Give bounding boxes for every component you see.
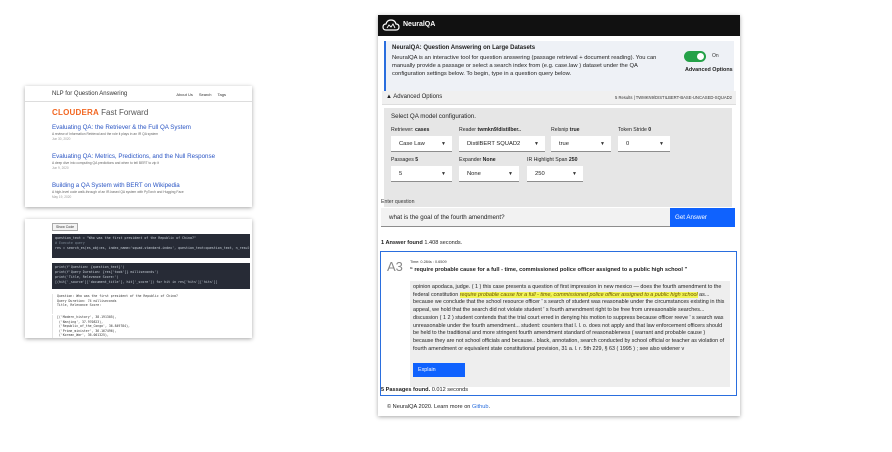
neuralqa-app: NeuralQA NeuralQA: Question Answering on… <box>378 15 740 416</box>
app-title: NeuralQA <box>403 21 436 28</box>
notebook-thumbnail[interactable]: Show Code question_text = "Who was the f… <box>25 219 252 338</box>
brand-cloudera: CLOUDERA <box>52 108 99 117</box>
toggle-knob <box>697 53 704 60</box>
context-text: opinion apodaca, judge. ( 1 ) this case … <box>413 284 725 352</box>
post-title[interactable]: Building a QA System with BERT on Wikipe… <box>52 182 242 189</box>
passages-select[interactable]: 5 ▼ <box>391 166 452 182</box>
relsnip-label: Relsnip true <box>551 127 580 133</box>
question-label: Enter question <box>381 199 415 205</box>
highlight-span-select[interactable]: 250 ▼ <box>527 166 583 182</box>
post-date: Jun 9, 2020 <box>52 166 69 170</box>
config-panel: Select QA model configuration. Retriever… <box>384 108 732 207</box>
post-date: Jun 30, 2020 <box>52 137 71 141</box>
answer-text: “ require probable cause for a full - ti… <box>410 267 688 273</box>
blog-site-title[interactable]: NLP for Question Answering <box>52 91 127 97</box>
config-heading: Select QA model configuration. <box>391 113 476 120</box>
post-title[interactable]: Evaluating QA: Metrics, Predictions, and… <box>52 153 242 160</box>
blog-post[interactable]: Building a QA System with BERT on Wikipe… <box>52 182 242 199</box>
accordion-title[interactable]: ▲ Advanced Options <box>386 94 442 100</box>
explain-button[interactable]: Explain <box>413 363 465 377</box>
cloud-logo-icon <box>382 19 400 31</box>
app-header: NeuralQA <box>378 15 740 36</box>
get-answer-button[interactable]: Get Answer <box>670 208 735 227</box>
retriever-select[interactable]: Case Law ▼ <box>391 136 452 152</box>
token-stride-select[interactable]: 0 ▼ <box>618 136 670 152</box>
answer-card: A3 Time: 0.284s : 0.6509 “ require proba… <box>380 251 737 396</box>
chevron-down-icon: ▼ <box>441 171 446 177</box>
show-code-button[interactable]: Show Code <box>52 223 79 231</box>
blog-post[interactable]: Evaluating QA: Metrics, Predictions, and… <box>52 153 242 170</box>
answer-time: Time: 0.284s : 0.6509 <box>410 260 447 264</box>
intro-text: NeuralQA is an interactive tool for ques… <box>392 55 657 77</box>
output-cell: Question: Who was the first president of… <box>52 294 250 314</box>
post-description: A deep dive into computing QA prediction… <box>52 161 159 165</box>
passages-label: Passages 5 <box>391 157 419 163</box>
output-line: Title, Relevance Score: <box>57 303 102 308</box>
question-input[interactable]: what is the goal of the fourth amendment… <box>381 208 672 227</box>
brand-fast-forward: Fast Forward <box>101 108 149 117</box>
output-cell: [('Modern_history', 38.191305), ('Nanjin… <box>52 315 250 338</box>
nav-link-tags[interactable]: Tags <box>218 92 226 97</box>
post-title[interactable]: Evaluating QA: the Retriever & the Full … <box>52 124 242 131</box>
chevron-down-icon: ▼ <box>508 171 513 177</box>
blog-post[interactable]: Evaluating QA: the Retriever & the Full … <box>52 124 242 141</box>
token-stride-label: Token Stride 0 <box>618 127 652 133</box>
relsnip-select[interactable]: true ▼ <box>551 136 611 152</box>
blog-thumbnail[interactable]: NLP for Question Answering About Us Sear… <box>25 86 252 207</box>
retriever-label: Retriever: cases <box>391 127 430 133</box>
github-link[interactable]: Github <box>472 404 488 410</box>
advanced-options-label: Advanced Options <box>685 67 733 73</box>
advanced-options-accordion[interactable]: ▲ Advanced Options 5 Results | TWMKN9/DI… <box>382 91 736 105</box>
intro-heading: NeuralQA: Question Answering on Large Da… <box>392 45 536 51</box>
results-summary: 5 Results | TWMKN9/DISTILBERT-BASE-UNCAS… <box>614 95 732 100</box>
chevron-down-icon: ▼ <box>441 141 446 147</box>
cloudera-logo: CLOUDERA Fast Forward <box>52 108 148 117</box>
chevron-down-icon: ▼ <box>572 171 577 177</box>
answer-rank: A3 <box>387 259 403 274</box>
blog-nav-bar: NLP for Question Answering About Us Sear… <box>25 86 252 102</box>
expander-select[interactable]: None ▼ <box>459 166 519 182</box>
blog-nav-links: About Us Search Tags <box>176 92 226 97</box>
toggle-state-label: On <box>712 53 719 59</box>
output-line: ('Korean_War', 36.001325), <box>57 333 109 338</box>
chevron-down-icon: ▼ <box>600 141 605 147</box>
nav-link-search[interactable]: Search <box>199 92 212 97</box>
code-line: [(hit['_source']['document_title'], hit[… <box>55 280 218 284</box>
reader-select[interactable]: DistilBERT SQUAD2 ▼ <box>459 136 545 152</box>
chevron-down-icon: ▼ <box>534 141 539 147</box>
chevron-down-icon: ▼ <box>659 141 664 147</box>
passages-found-status: 5 Passages found. 0.012 seconds <box>381 387 469 393</box>
code-line: res = search_es(es_obj=es, index_name='s… <box>55 246 250 250</box>
intro-panel: NeuralQA: Question Answering on Large Da… <box>384 41 734 93</box>
answers-found-status: 1 Answer found 1.408 seconds. <box>381 240 463 246</box>
advanced-options-toggle[interactable] <box>684 51 706 62</box>
answer-highlight: require probable cause for a full - time… <box>459 291 698 298</box>
post-description: A high-level code walk-through of an IR-… <box>52 190 184 194</box>
nav-link-about[interactable]: About Us <box>176 92 192 97</box>
footer: © NeuralQA 2020. Learn more on Github. <box>387 404 491 410</box>
code-cell[interactable]: print(f'Question: {question_text}') print… <box>52 263 250 289</box>
answer-context: opinion apodaca, judge. ( 1 ) this case … <box>410 281 730 387</box>
post-date: May 19, 2020 <box>52 195 72 199</box>
code-cell[interactable]: question_text = "Who was the first presi… <box>52 234 250 258</box>
highlight-span-label: IR Highlight Span 250 <box>527 157 578 163</box>
reader-label: Reader twmkn9/distilber.. <box>459 127 521 133</box>
expander-label: Expander None <box>459 157 496 163</box>
post-description: A review of Information Retrieval and th… <box>52 132 159 136</box>
